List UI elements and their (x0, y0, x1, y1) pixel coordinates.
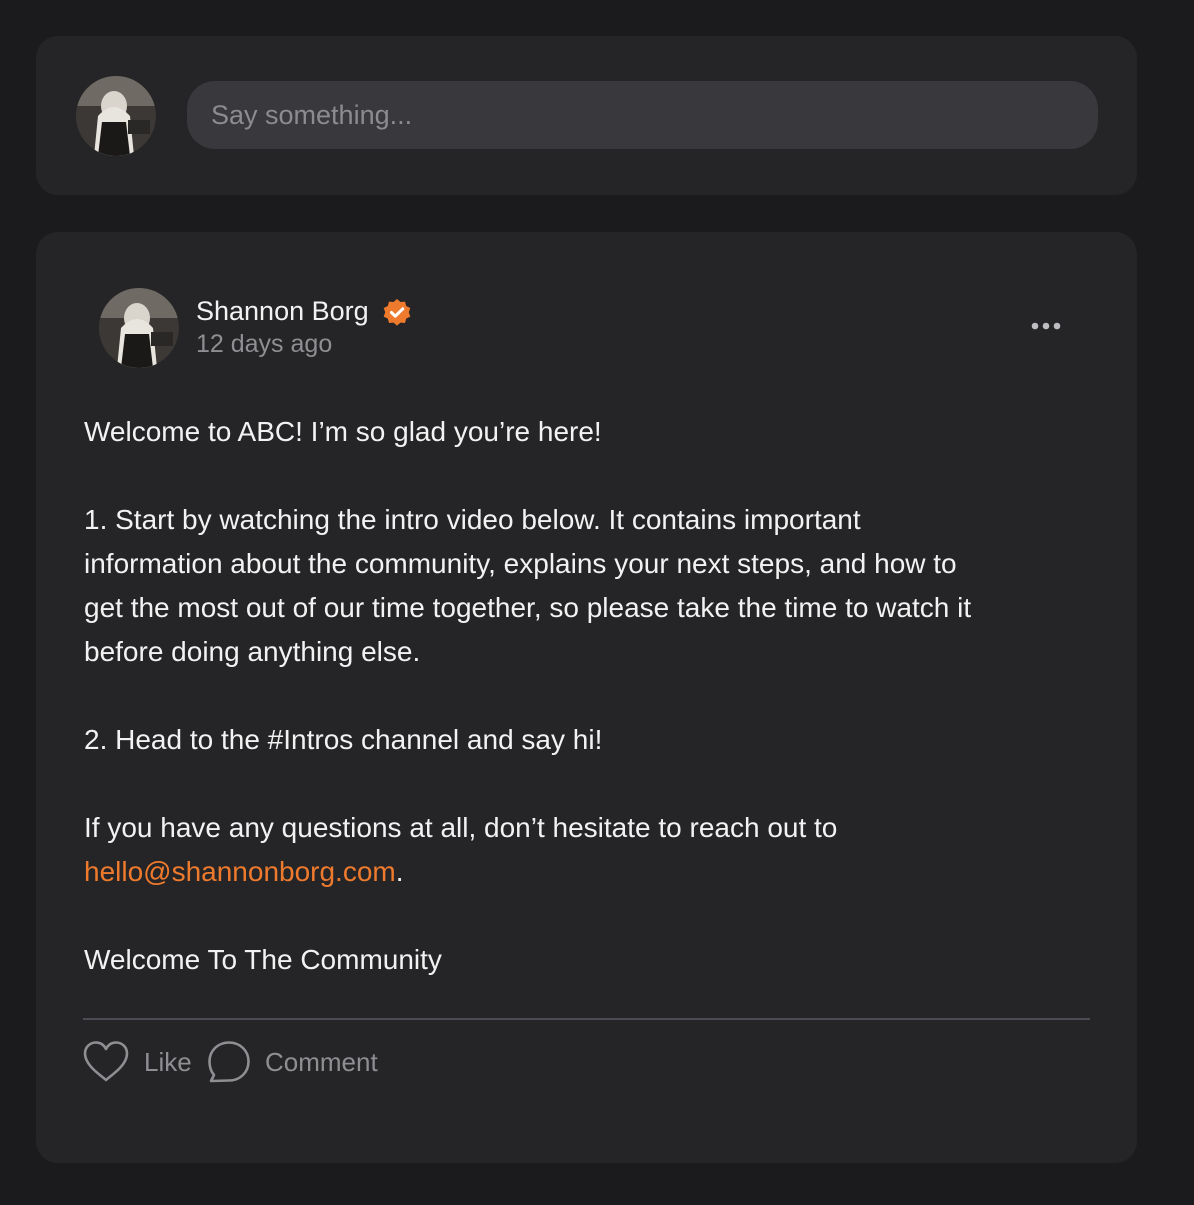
email-link[interactable]: hello@shannonborg.com (84, 856, 396, 887)
post-divider (83, 1018, 1090, 1020)
post-step-1-line-3: get the most out of our time together, s… (84, 592, 972, 623)
author-avatar[interactable] (99, 288, 179, 368)
heart-icon (83, 1041, 129, 1082)
current-user-avatar[interactable] (76, 76, 156, 156)
post-questions: If you have any questions at all, don’t … (84, 812, 838, 843)
comment-button[interactable]: Comment (207, 1040, 378, 1084)
post-step-2: 2. Head to the #Intros channel and say h… (84, 724, 603, 755)
avatar-photo (99, 288, 179, 368)
post-step-1-line-2: information about the community, explain… (84, 548, 957, 579)
comment-label: Comment (265, 1046, 378, 1077)
post-email-line: hello@shannonborg.com. (84, 850, 1094, 894)
like-label: Like (144, 1046, 192, 1077)
author-name[interactable]: Shannon Borg (196, 296, 369, 327)
post-step-1-line-4: before doing anything else. (84, 636, 421, 667)
say-something-input[interactable] (187, 81, 1098, 149)
more-options-icon[interactable] (1026, 316, 1066, 336)
post-greeting: Welcome to ABC! I’m so glad you’re here! (84, 416, 602, 447)
post-closing: Welcome To The Community (84, 944, 442, 975)
post-body: Welcome to ABC! I’m so glad you’re here!… (84, 410, 1094, 982)
post-card: Shannon Borg 12 days ago Welcome to ABC!… (36, 232, 1137, 1163)
like-button[interactable]: Like (82, 1040, 192, 1084)
email-suffix: . (395, 856, 404, 887)
composer-card (36, 36, 1137, 195)
avatar-photo (76, 76, 156, 156)
comment-bubble-icon (208, 1041, 250, 1083)
post-step-1-line-1: 1. Start by watching the intro video bel… (84, 504, 861, 535)
post-timestamp: 12 days ago (196, 330, 333, 358)
verified-badge-icon (383, 299, 411, 326)
